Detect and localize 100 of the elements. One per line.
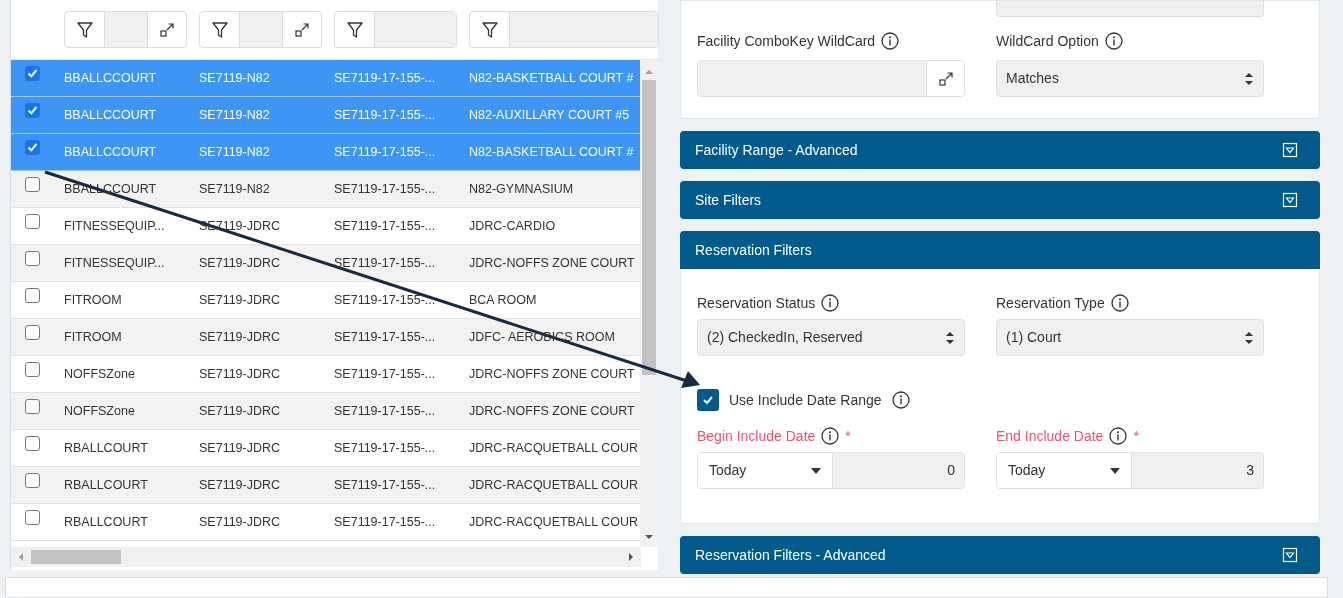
table-cell: BCA ROOM: [469, 292, 537, 307]
info-icon[interactable]: [1109, 427, 1128, 445]
section-header[interactable]: Reservation Filters: [680, 231, 1320, 269]
table-cell: JDRC-NOFFS ZONE COURT: [469, 403, 635, 418]
section-header[interactable]: Facility Range - Advanced: [680, 131, 1320, 169]
table-cell: BBALLCCOURT: [64, 144, 157, 159]
table-cell: JDRC-CARDIO: [469, 218, 556, 233]
table-cell: SE7119-JDRC: [199, 403, 281, 418]
sort-arrows-icon: [945, 329, 955, 346]
table-cell: SE7119-N82: [199, 181, 270, 196]
table-cell: SE7119-17-155-...: [334, 144, 436, 159]
select-field[interactable]: (1) Court: [996, 319, 1264, 356]
info-icon[interactable]: [881, 32, 900, 50]
row-checkbox[interactable]: [25, 65, 40, 81]
field-label: WildCard Option: [996, 31, 1099, 51]
table-cell: RBALLCOURT: [64, 477, 148, 492]
collapse-toggle-icon[interactable]: [1282, 547, 1298, 563]
table-cell: SE7119-N82: [199, 70, 270, 85]
info-icon[interactable]: [891, 391, 910, 409]
field-label: Reservation Type: [996, 293, 1105, 313]
table-cell: SE7119-17-155-...: [334, 255, 436, 270]
table-cell: BBALLCCOURT: [64, 70, 157, 85]
table-cell: FITNESSEQUIP...: [64, 255, 165, 270]
table-cell: RBALLCOURT: [64, 514, 148, 529]
info-icon[interactable]: [1104, 32, 1123, 50]
grid-row[interactable]: RBALLCOURT SE7119-JDRC SE7119-17-155-... JDRC-RACQUETBALL COUR: [11, 467, 641, 504]
checkmark-icon: [27, 141, 38, 153]
row-checkbox[interactable]: [25, 509, 40, 525]
row-checkbox[interactable]: [25, 102, 40, 118]
table-cell: SE7119-JDRC: [199, 366, 281, 381]
filter-icon: [75, 20, 94, 39]
table-cell: N82-GYMNASIUM: [469, 181, 574, 196]
checkbox[interactable]: [697, 389, 719, 411]
info-icon[interactable]: [1110, 294, 1129, 312]
table-cell: SE7119-JDRC: [199, 440, 281, 455]
filter-icon: [345, 20, 364, 39]
row-checkbox[interactable]: [25, 287, 40, 303]
grid-row[interactable]: NOFFSZone SE7119-JDRC SE7119-17-155-... JDRC-NOFFS ZONE COURT: [11, 393, 641, 430]
row-checkbox[interactable]: [25, 176, 40, 192]
table-cell: FITNESSEQUIP...: [64, 218, 165, 233]
field-label: Facility ComboKey WildCard: [697, 31, 876, 51]
table-cell: N82-BASKETBALL COURT #: [469, 144, 634, 159]
table-cell: RBALLCOURT: [64, 440, 148, 455]
field-label: End Include Date: [996, 426, 1104, 446]
checkmark-icon: [27, 67, 38, 79]
table-cell: JDRC-RACQUETBALL COUR: [469, 514, 638, 529]
vertical-scrollbar[interactable]: [640, 60, 658, 547]
row-checkbox[interactable]: [25, 361, 40, 377]
row-checkbox[interactable]: [25, 139, 40, 155]
checkmark-icon: [702, 394, 714, 406]
table-cell: JDRC-RACQUETBALL COUR: [469, 477, 638, 492]
table-cell: SE7119-JDRC: [199, 292, 281, 307]
row-checkbox[interactable]: [25, 250, 40, 266]
table-cell: FITROOM: [64, 292, 122, 307]
input-field[interactable]: [996, 1, 1264, 17]
horizontal-scrollbar[interactable]: [11, 547, 641, 567]
column-filter[interactable]: [199, 11, 322, 48]
table-cell: JDRC-NOFFS ZONE COURT: [469, 255, 635, 270]
table-cell: SE7119-N82: [199, 144, 270, 159]
table-cell: FITROOM: [64, 329, 122, 344]
grid-row[interactable]: FITNESSEQUIP... SE7119-JDRC SE7119-17-155-... JDRC-NOFFS ZONE COURT: [11, 245, 641, 282]
section-header[interactable]: Site Filters: [680, 181, 1320, 219]
collapse-toggle-icon[interactable]: [1282, 142, 1298, 158]
table-cell: SE7119-JDRC: [199, 477, 281, 492]
scroll-left-icon[interactable]: [17, 552, 25, 562]
filter-icon: [210, 20, 229, 39]
sort-arrows-icon: [1244, 70, 1254, 87]
info-icon[interactable]: [821, 427, 840, 445]
required-mark: *: [1133, 426, 1139, 446]
table-cell: N82-BASKETBALL COURT #: [469, 70, 634, 85]
checkbox-label: Use Include Date Range: [729, 390, 882, 410]
row-checkbox[interactable]: [25, 435, 40, 451]
info-icon[interactable]: [821, 294, 840, 312]
row-checkbox[interactable]: [25, 324, 40, 340]
table-cell: SE7119-17-155-...: [334, 477, 436, 492]
row-checkbox[interactable]: [25, 472, 40, 488]
scroll-down-icon[interactable]: [644, 533, 654, 541]
table-cell: NOFFSZone: [64, 366, 135, 381]
row-checkbox[interactable]: [25, 213, 40, 229]
table-cell: JDRC-NOFFS ZONE COURT: [469, 366, 635, 381]
row-checkbox[interactable]: [25, 398, 40, 414]
expand-icon: [294, 21, 310, 38]
column-filter[interactable]: [64, 11, 187, 48]
scroll-up-icon[interactable]: [644, 68, 654, 76]
section-header[interactable]: Reservation Filters - Advanced: [680, 536, 1320, 574]
field-label: Reservation Status: [697, 293, 816, 313]
table-cell: NOFFSZone: [64, 403, 135, 418]
checkmark-icon: [27, 104, 38, 116]
select-field[interactable]: Matches: [996, 60, 1264, 97]
scroll-right-icon[interactable]: [627, 552, 635, 562]
required-mark: *: [845, 426, 851, 446]
lookup-field[interactable]: [697, 60, 965, 97]
table-cell: SE7119-17-155-...: [334, 70, 436, 85]
collapse-toggle-icon[interactable]: [1282, 192, 1298, 208]
expand-icon: [159, 21, 175, 38]
table-cell: SE7119-N82: [199, 107, 270, 122]
select-field[interactable]: (2) CheckedIn, Reserved: [697, 319, 965, 356]
table-cell: SE7119-17-155-...: [334, 440, 436, 455]
filter-icon: [480, 20, 499, 39]
expand-icon: [937, 70, 954, 87]
